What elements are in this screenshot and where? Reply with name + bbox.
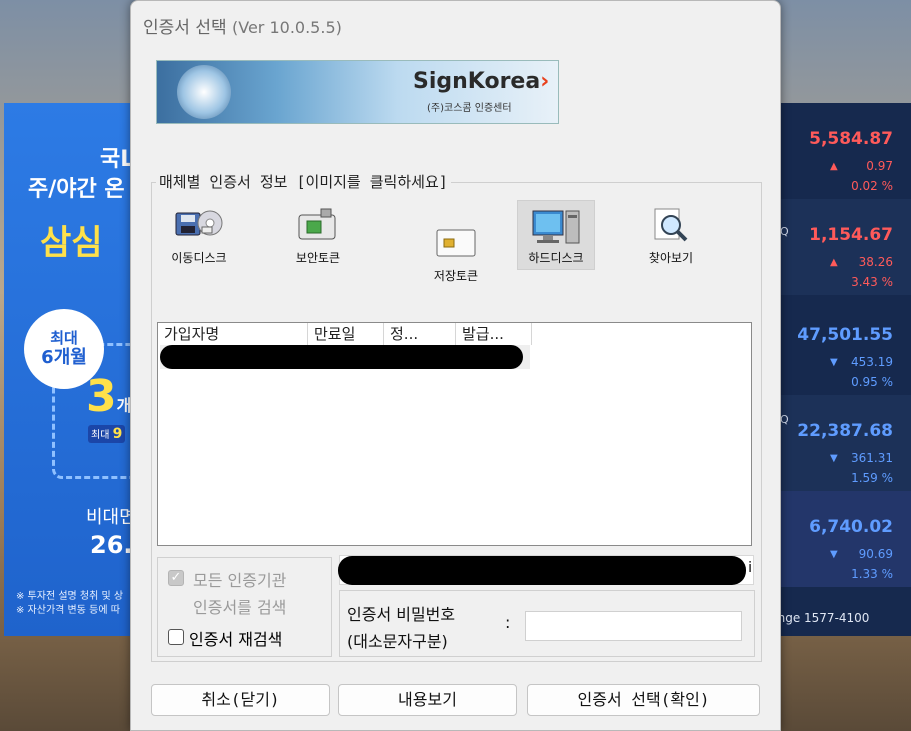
search-options-frame: ✓ 모든 인증기관 인증서를 검색 인증서 재검색 <box>157 557 332 657</box>
column-header-expiry[interactable]: 만료일 <box>308 323 384 345</box>
research-checkbox[interactable] <box>168 629 184 645</box>
stock-value: 5,584.87 <box>809 129 893 149</box>
stock-item: Q 22,387.68 ▼ 361.31 1.59 % <box>760 395 911 491</box>
down-arrow-icon: ▼ <box>830 453 838 464</box>
background-ad-banner: 국L 주/야간 온 삼심 최대 6개월 3개 최대 9 비대면 26. ※ 투자… <box>4 103 136 636</box>
media-label: 찾아보기 <box>648 251 694 265</box>
down-arrow-icon: ▼ <box>830 549 838 560</box>
storage-token-icon <box>435 227 477 259</box>
password-frame: 인증서 비밀번호 (대소문자구분) : <box>339 590 755 657</box>
stock-percent: 1.59 % <box>851 471 893 485</box>
ad-text-line4: 비대면 <box>86 507 136 528</box>
media-label: 이동디스크 <box>171 251 227 265</box>
research-label: 인증서 재검색 <box>189 630 283 649</box>
ad-text-line2: 주/야간 온 <box>28 177 125 202</box>
stock-item: 5,584.87 ▲ 0.97 0.02 % <box>760 103 911 199</box>
ad-text-line5: 26. <box>90 531 133 559</box>
stock-percent: 0.95 % <box>851 375 893 389</box>
password-hint: (대소문자구분) <box>347 632 448 651</box>
view-details-button[interactable]: 내용보기 <box>338 684 517 716</box>
stock-percent: 3.43 % <box>851 275 893 289</box>
stock-item: Q 1,154.67 ▲ 38.26 3.43 % <box>760 199 911 295</box>
media-browse[interactable]: 찾아보기 <box>639 207 703 269</box>
banner-subtitle: (주)코스콤 인증센터 <box>427 103 512 114</box>
dialog-version: (Ver 10.0.5.5) <box>232 18 342 37</box>
media-removable-disk[interactable]: 이동디스크 <box>161 207 237 269</box>
all-ca-label-2: 인증서를 검색 <box>193 598 287 617</box>
stock-change: 453.19 <box>851 355 893 369</box>
stock-change: 38.26 <box>858 255 893 269</box>
password-input[interactable] <box>525 611 742 641</box>
stock-footer: unge 1577-4100 <box>770 611 870 625</box>
security-token-icon <box>295 207 341 241</box>
stock-item: 6,740.02 ▼ 90.69 1.33 % <box>760 491 911 587</box>
browse-icon <box>651 207 691 243</box>
column-header-issuer[interactable]: 발급... <box>456 323 532 345</box>
ad-headline: 삼심 <box>40 223 103 263</box>
confirm-select-button[interactable]: 인증서 선택(확인) <box>527 684 760 716</box>
media-storage-token[interactable]: 저장토큰 <box>423 227 489 289</box>
media-label: 보안토큰 <box>295 251 341 265</box>
column-header-subscriber[interactable]: 가입자명 <box>158 323 308 345</box>
media-security-token[interactable]: 보안토큰 <box>283 207 353 269</box>
all-ca-label: 모든 인증기관 <box>193 571 287 590</box>
stock-percent: 1.33 % <box>851 567 893 581</box>
hard-disk-icon <box>531 209 581 245</box>
certificate-list[interactable]: 가입자명 만료일 정... 발급... <box>157 322 752 546</box>
ad-tag: 최대 9 <box>88 425 126 443</box>
stock-item: 47,501.55 ▼ 453.19 0.95 % <box>760 299 911 395</box>
stock-percent: 0.02 % <box>851 179 893 193</box>
stock-change: 90.69 <box>858 547 893 561</box>
signkorea-logo: SignKorea› <box>413 69 550 94</box>
stock-change: 0.97 <box>866 159 893 173</box>
ad-big-number: 3개 <box>86 371 132 422</box>
signkorea-banner: SignKorea› (주)코스콤 인증센터 <box>156 60 559 124</box>
stock-value: 1,154.67 <box>809 225 893 245</box>
stock-value: 47,501.55 <box>797 325 893 345</box>
removable-disk-icon <box>174 207 224 239</box>
media-group-title: 매체별 인증서 정보 [이미지를 클릭하세요] <box>156 171 451 192</box>
dialog-title: 인증서 선택 (Ver 10.0.5.5) <box>143 18 342 38</box>
ad-badge-line1: 최대 <box>50 329 78 347</box>
password-colon: : <box>505 613 511 632</box>
banner-graphic-icon <box>177 65 231 119</box>
up-arrow-icon: ▲ <box>830 257 838 268</box>
down-arrow-icon: ▼ <box>830 357 838 368</box>
ad-badge-line2: 6개월 <box>41 347 87 368</box>
stock-change: 361.31 <box>851 451 893 465</box>
background-stock-panel: 5,584.87 ▲ 0.97 0.02 % Q 1,154.67 ▲ 38.2… <box>760 103 911 636</box>
redacted-path <box>338 556 746 585</box>
media-label: 하드디스크 <box>528 251 584 265</box>
stock-value: 22,387.68 <box>797 421 893 441</box>
all-ca-checkbox[interactable]: ✓ <box>168 570 184 586</box>
media-label: 저장토큰 <box>433 269 479 283</box>
cancel-button[interactable]: 취소(닫기) <box>151 684 330 716</box>
stock-value: 6,740.02 <box>809 517 893 537</box>
ad-footnote-1: ※ 투자전 설명 청취 및 상 <box>16 591 124 602</box>
certificate-select-dialog: 인증서 선택 (Ver 10.0.5.5) SignKorea› (주)코스콤 … <box>130 0 781 731</box>
up-arrow-icon: ▲ <box>830 161 838 172</box>
column-header-purpose[interactable]: 정... <box>384 323 456 345</box>
password-label: 인증서 비밀번호 <box>347 605 456 624</box>
redacted-row <box>160 345 523 369</box>
ad-footnote-2: ※ 자산가격 변동 등에 따 <box>16 605 120 616</box>
media-hard-disk[interactable]: 하드디스크 <box>517 200 595 270</box>
